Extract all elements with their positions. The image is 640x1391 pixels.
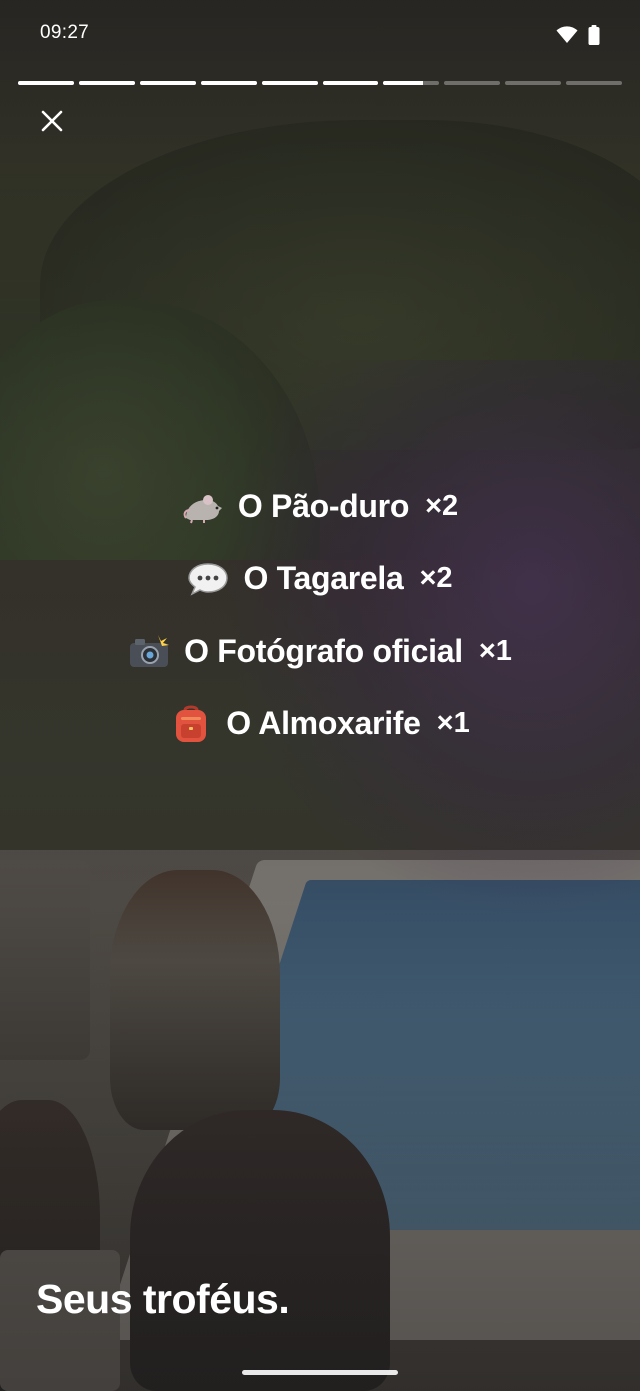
progress-segment-fill [78, 81, 135, 85]
trophy-name: O Pão-duro [237, 487, 410, 524]
status-time: 09:27 [40, 22, 90, 43]
progress-segment [139, 81, 196, 85]
trophy-row: O Fotógrafo oficial ×1 [128, 615, 512, 688]
trophies-list: O Pão-duro ×2 O Tagarela ×2 O Fotógrafo … [0, 470, 640, 760]
progress-segment [200, 81, 257, 85]
progress-segment-fill [18, 81, 74, 85]
home-indicator[interactable] [242, 1370, 398, 1375]
status-icons [556, 24, 600, 46]
trophy-count: ×1 [436, 707, 470, 740]
wifi-icon [556, 26, 578, 44]
trophy-count: ×1 [478, 634, 512, 667]
trophy-row: O Almoxarife ×1 [170, 688, 470, 761]
backpack-icon [170, 703, 212, 745]
trophy-count: ×2 [419, 562, 453, 595]
progress-segment-fill [383, 81, 423, 85]
progress-segment [505, 81, 562, 85]
progress-segment-fill [322, 81, 379, 85]
progress-segment [322, 81, 379, 85]
close-button[interactable] [28, 97, 76, 145]
camera-flash-icon [128, 630, 170, 672]
trophy-row: O Tagarela ×2 [187, 543, 453, 616]
battery-icon [588, 25, 600, 45]
status-bar: 09:27 [0, 0, 640, 70]
progress-segment [261, 81, 318, 85]
story-progress-bar [18, 81, 623, 86]
progress-segment-fill [261, 81, 318, 85]
trophy-name: O Almoxarife [226, 705, 421, 742]
speech-bubble-icon [187, 558, 229, 600]
progress-segment-fill [200, 81, 257, 85]
trophy-name: O Fotógrafo oficial [184, 632, 463, 669]
progress-segment [383, 81, 440, 85]
trophy-count: ×2 [425, 489, 459, 522]
progress-segment [18, 81, 74, 85]
trophy-name: O Tagarela [243, 560, 404, 597]
progress-segment-fill [139, 81, 196, 85]
progress-segment [78, 81, 135, 85]
story-caption: Seus troféus. [36, 1276, 290, 1322]
trophy-row: O Pão-duro ×2 [182, 470, 458, 543]
progress-segment [566, 81, 623, 85]
rat-icon [182, 485, 224, 527]
progress-segment [444, 81, 501, 85]
story-screen: 09:27 O Pão-duro ×2 O Tagarela ×2 O Fotó… [0, 0, 640, 1391]
close-icon [41, 110, 63, 132]
